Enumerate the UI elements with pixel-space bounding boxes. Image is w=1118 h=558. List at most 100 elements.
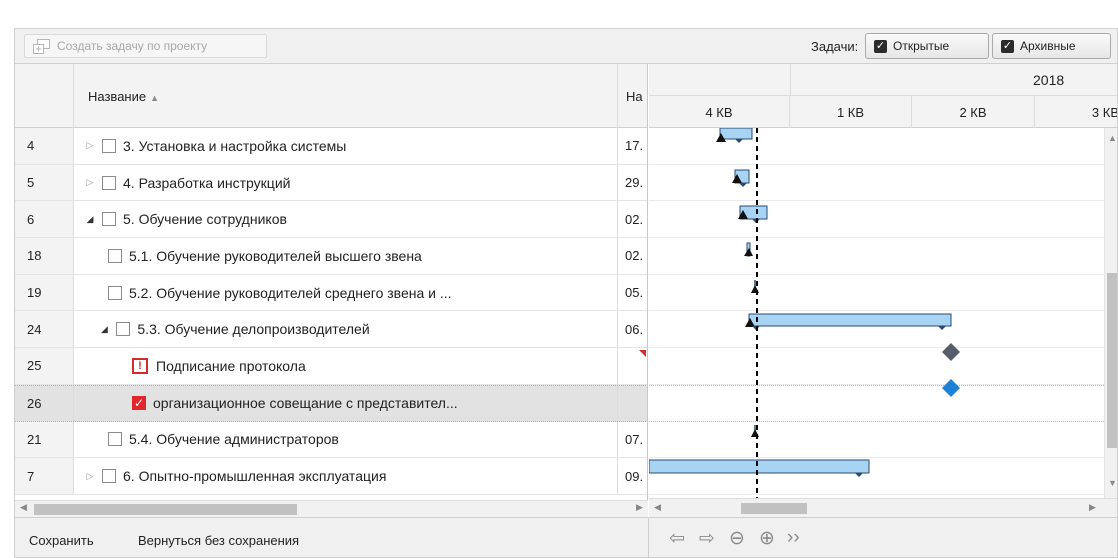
collapse-icon[interactable]: ◢ — [98, 324, 110, 335]
scroll-left-icon[interactable]: ◀ — [20, 502, 27, 513]
scrollbar-thumb[interactable] — [34, 504, 297, 515]
table-row[interactable]: 6 ◢ 5. Обучение сотрудников 02. — [15, 201, 647, 239]
timeline-quarter: 3 КВ — [1091, 105, 1118, 120]
table-row[interactable]: 26 ✓ организационное совещание с представи… — [15, 384, 647, 422]
start-date-cell[interactable]: 05. — [618, 275, 647, 311]
task-name-cell[interactable]: ! Подписание протокола — [74, 348, 618, 384]
toolbar: Создать задачу по проекту Задачи: ✓ Откр… — [15, 29, 1117, 64]
next-period-icon[interactable]: ⇨ — [699, 527, 715, 550]
checkbox-checked-icon: ✓ — [874, 40, 887, 53]
timeline-quarter: 1 КВ — [790, 96, 912, 128]
task-name-cell[interactable]: ✓ организационное совещание с представите… — [74, 385, 618, 421]
start-date-cell[interactable]: 06. — [618, 311, 647, 347]
task-checkbox[interactable] — [102, 175, 116, 190]
grid-header: Название ▲ На — [15, 64, 647, 128]
row-number: 4 — [15, 128, 74, 164]
task-name: организационное совещание с представител… — [153, 395, 458, 412]
gantt-horizontal-scrollbar[interactable]: ◀ ▶ — [649, 498, 1117, 517]
start-date-cell[interactable]: 09. — [618, 458, 647, 494]
scroll-right-icon[interactable]: ▶ — [1089, 502, 1096, 513]
scrollbar-thumb[interactable] — [741, 503, 807, 514]
scroll-right-icon[interactable]: ▶ — [636, 502, 643, 513]
task-bar[interactable] — [738, 205, 768, 223]
collapse-icon[interactable]: ◢ — [84, 214, 96, 225]
tasks-filter-label: Задачи: — [811, 39, 859, 54]
scroll-down-icon[interactable]: ▼ — [1108, 478, 1117, 488]
milestone-marker[interactable] — [942, 343, 960, 361]
row-number-header — [15, 64, 74, 128]
task-name-cell[interactable]: ▷ 4. Разработка инструкций — [74, 164, 618, 201]
task-bar[interactable] — [716, 128, 753, 143]
prev-period-icon[interactable]: ⇦ — [669, 527, 685, 550]
checkbox-checked-icon: ✓ — [1001, 40, 1014, 53]
task-name: 3. Установка и настройка системы — [123, 137, 347, 154]
task-name-cell[interactable]: 5.1. Обучение руководителей высшего звен… — [74, 238, 618, 274]
start-date-cell[interactable] — [618, 386, 647, 421]
column-header-name-label: Название — [88, 89, 147, 104]
task-checkbox[interactable] — [108, 248, 122, 263]
table-row[interactable]: 19 5.2. Обучение руководителей среднего з… — [15, 274, 647, 312]
create-task-label: Создать задачу по проекту — [57, 39, 208, 53]
start-date-cell[interactable] — [618, 348, 647, 384]
expand-icon[interactable]: ▷ — [84, 177, 96, 188]
task-checkbox[interactable] — [102, 469, 116, 484]
task-checkbox[interactable] — [116, 322, 131, 337]
task-bar[interactable] — [649, 459, 870, 477]
bottom-bar: Сохранить Вернуться без сохранения ⇦ ⇨ ⊖… — [15, 517, 1117, 557]
task-name-cell[interactable]: ◢ 5. Обучение сотрудников — [74, 201, 618, 238]
back-without-saving-button[interactable]: Вернуться без сохранения — [138, 533, 299, 548]
table-row[interactable]: 5 ▷ 4. Разработка инструкций 29. — [15, 164, 647, 202]
expand-more-icon[interactable]: ›› — [787, 527, 800, 549]
archive-tasks-label: Архивные — [1020, 39, 1076, 53]
task-checkbox[interactable] — [108, 285, 122, 300]
task-checkbox[interactable] — [102, 212, 116, 227]
bottom-separator — [648, 518, 649, 557]
open-tasks-toggle[interactable]: ✓ Открытые — [865, 33, 989, 59]
archive-tasks-toggle[interactable]: ✓ Архивные — [992, 33, 1111, 59]
table-row[interactable]: 25! Подписание протокола — [15, 348, 647, 385]
gantt-vertical-scrollbar[interactable]: ▲ ▼ — [1104, 128, 1117, 498]
grid-horizontal-scrollbar[interactable]: ◀ ▶ — [15, 500, 648, 517]
column-header-start[interactable]: На — [618, 64, 647, 128]
table-row[interactable]: 24 ◢ 5.3. Обучение делопроизводителей 06. — [15, 311, 647, 349]
task-name-cell[interactable]: ◢ 5.3. Обучение делопроизводителей — [74, 311, 618, 348]
row-number: 25 — [15, 348, 74, 384]
start-date-cell[interactable]: 02. — [618, 238, 647, 274]
task-bar[interactable] — [744, 242, 753, 257]
start-date-cell[interactable]: 17. — [618, 128, 647, 164]
scroll-left-icon[interactable]: ◀ — [654, 502, 661, 513]
task-name: Подписание протокола — [156, 357, 306, 374]
scroll-up-icon[interactable]: ▲ — [1108, 133, 1117, 143]
timeline-quarter: 2 КВ — [912, 96, 1035, 128]
project-gantt-panel: Создать задачу по проекту Задачи: ✓ Откр… — [14, 28, 1118, 558]
expand-icon[interactable]: ▷ — [84, 140, 96, 151]
table-row[interactable]: 21 5.4. Обучение администраторов 07. — [15, 421, 647, 459]
table-row[interactable]: 4 ▷ 3. Установка и настройка системы 17. — [15, 128, 647, 165]
task-bar[interactable] — [732, 169, 750, 187]
save-button[interactable]: Сохранить — [29, 533, 94, 548]
task-name-cell[interactable]: 5.4. Обучение администраторов — [74, 421, 618, 458]
timeline-header: 2018 4 КВ 1 КВ 2 КВ 3 КВ — [649, 64, 1118, 128]
zoom-out-icon[interactable]: ⊖ — [729, 527, 745, 550]
zoom-in-icon[interactable]: ⊕ — [759, 527, 775, 550]
task-bar[interactable] — [745, 313, 952, 330]
row-number: 6 — [15, 201, 74, 238]
task-name-cell[interactable]: ▷ 3. Установка и настройка системы — [74, 128, 618, 164]
task-checkbox-checked[interactable]: ✓ — [132, 396, 146, 411]
row-number: 18 — [15, 238, 74, 274]
start-date-cell[interactable]: 07. — [618, 422, 647, 458]
scrollbar-thumb[interactable] — [1107, 273, 1117, 448]
warning-icon: ! — [132, 357, 148, 374]
table-row[interactable]: 7 ▷ 6. Опытно-промышленная эксплуатация 09. — [15, 458, 647, 495]
task-checkbox[interactable] — [108, 432, 122, 447]
task-checkbox[interactable] — [102, 138, 116, 153]
create-task-button[interactable]: Создать задачу по проекту — [24, 34, 267, 58]
table-row[interactable]: 18 5.1. Обучение руководителей высшего зв… — [15, 238, 647, 275]
column-header-name[interactable]: Название ▲ — [74, 64, 618, 128]
start-date-cell[interactable]: 02. — [618, 201, 647, 237]
task-name-cell[interactable]: 5.2. Обучение руководителей среднего зве… — [74, 274, 618, 311]
start-date-cell[interactable]: 29. — [618, 165, 647, 201]
milestone-marker-selected[interactable] — [942, 379, 960, 397]
task-name-cell[interactable]: ▷ 6. Опытно-промышленная эксплуатация — [74, 458, 618, 494]
expand-icon[interactable]: ▷ — [84, 471, 96, 482]
